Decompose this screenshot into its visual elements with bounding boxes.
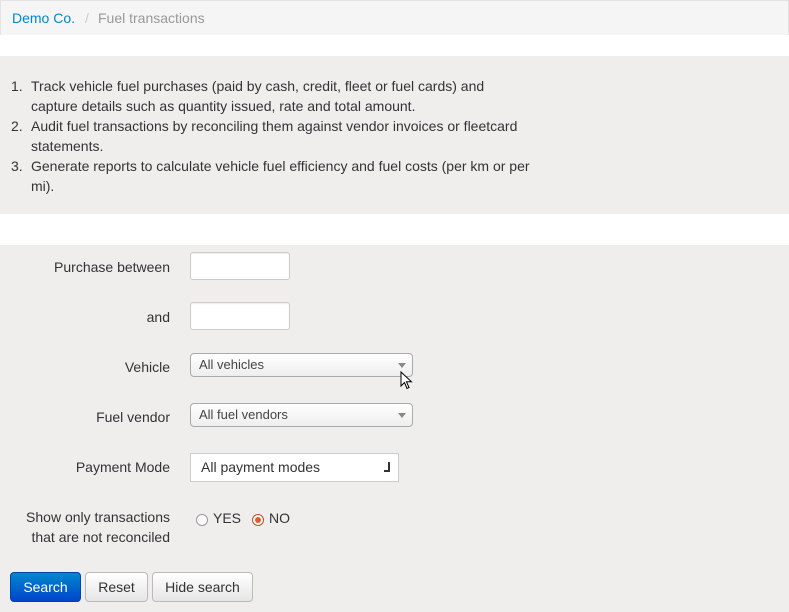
intro-item-text: capture details such as quantity issued,… — [31, 98, 416, 114]
intro-item-text: Generate reports to calculate vehicle fu… — [31, 158, 530, 174]
intro-item-number: 1. — [11, 78, 23, 94]
unreconciled-label-line1: Show only transactions — [26, 509, 170, 525]
intro-item-text: statements. — [31, 138, 104, 154]
vehicle-label: Vehicle — [124, 359, 170, 375]
chevron-down-icon — [398, 413, 406, 418]
vehicle-select-value: All vehicles — [199, 357, 265, 372]
intro-item-text: mi). — [31, 178, 55, 194]
date-from-input[interactable] — [190, 252, 290, 280]
search-panel — [0, 245, 789, 612]
intro-item-text: Audit fuel transactions by reconciling t… — [31, 118, 518, 134]
breadcrumb-separator: / — [85, 10, 89, 26]
mouse-pointer-icon — [400, 371, 413, 390]
intro-item-text: Track vehicle fuel purchases (paid by ca… — [31, 78, 485, 94]
breadcrumb-home-link[interactable]: Demo Co. — [12, 10, 75, 26]
intro-item: 3. Generate reports to calculate vehicle… — [11, 156, 551, 196]
fuel-vendor-label: Fuel vendor — [96, 409, 170, 425]
intro-item-number: 2. — [11, 118, 23, 134]
intro-item: 1. Track vehicle fuel purchases (paid by… — [11, 76, 551, 116]
radio-no-label[interactable]: NO — [269, 510, 290, 526]
hide-search-button[interactable]: Hide search — [152, 572, 253, 602]
intro-panel: 1. Track vehicle fuel purchases (paid by… — [0, 56, 789, 214]
reset-button[interactable]: Reset — [85, 572, 148, 602]
intro-item-number: 3. — [11, 158, 23, 174]
and-label: and — [146, 309, 170, 325]
purchase-between-label: Purchase between — [54, 259, 170, 275]
radio-no[interactable] — [252, 514, 264, 526]
radio-yes[interactable] — [196, 514, 208, 526]
fuel-vendor-select-value: All fuel vendors — [199, 407, 288, 422]
payment-mode-select-value: All payment modes — [201, 459, 321, 475]
payment-mode-select[interactable]: All payment modes — [190, 453, 399, 482]
chevron-down-icon — [398, 363, 406, 368]
unreconciled-label-line2: that are not reconciled — [31, 529, 170, 545]
vehicle-select[interactable]: All vehicles — [190, 353, 413, 377]
payment-mode-label: Payment Mode — [75, 459, 170, 475]
search-button[interactable]: Search — [10, 572, 81, 602]
breadcrumb-current: Fuel transactions — [98, 10, 205, 26]
date-to-input[interactable] — [190, 302, 290, 330]
radio-yes-label[interactable]: YES — [213, 510, 241, 526]
fuel-vendor-select[interactable]: All fuel vendors — [190, 403, 413, 427]
breadcrumb: Demo Co. / Fuel transactions — [0, 0, 789, 35]
intro-item: 2. Audit fuel transactions by reconcilin… — [11, 116, 551, 156]
intro-list: 1. Track vehicle fuel purchases (paid by… — [11, 76, 551, 196]
dropdown-caret-icon — [384, 462, 390, 472]
